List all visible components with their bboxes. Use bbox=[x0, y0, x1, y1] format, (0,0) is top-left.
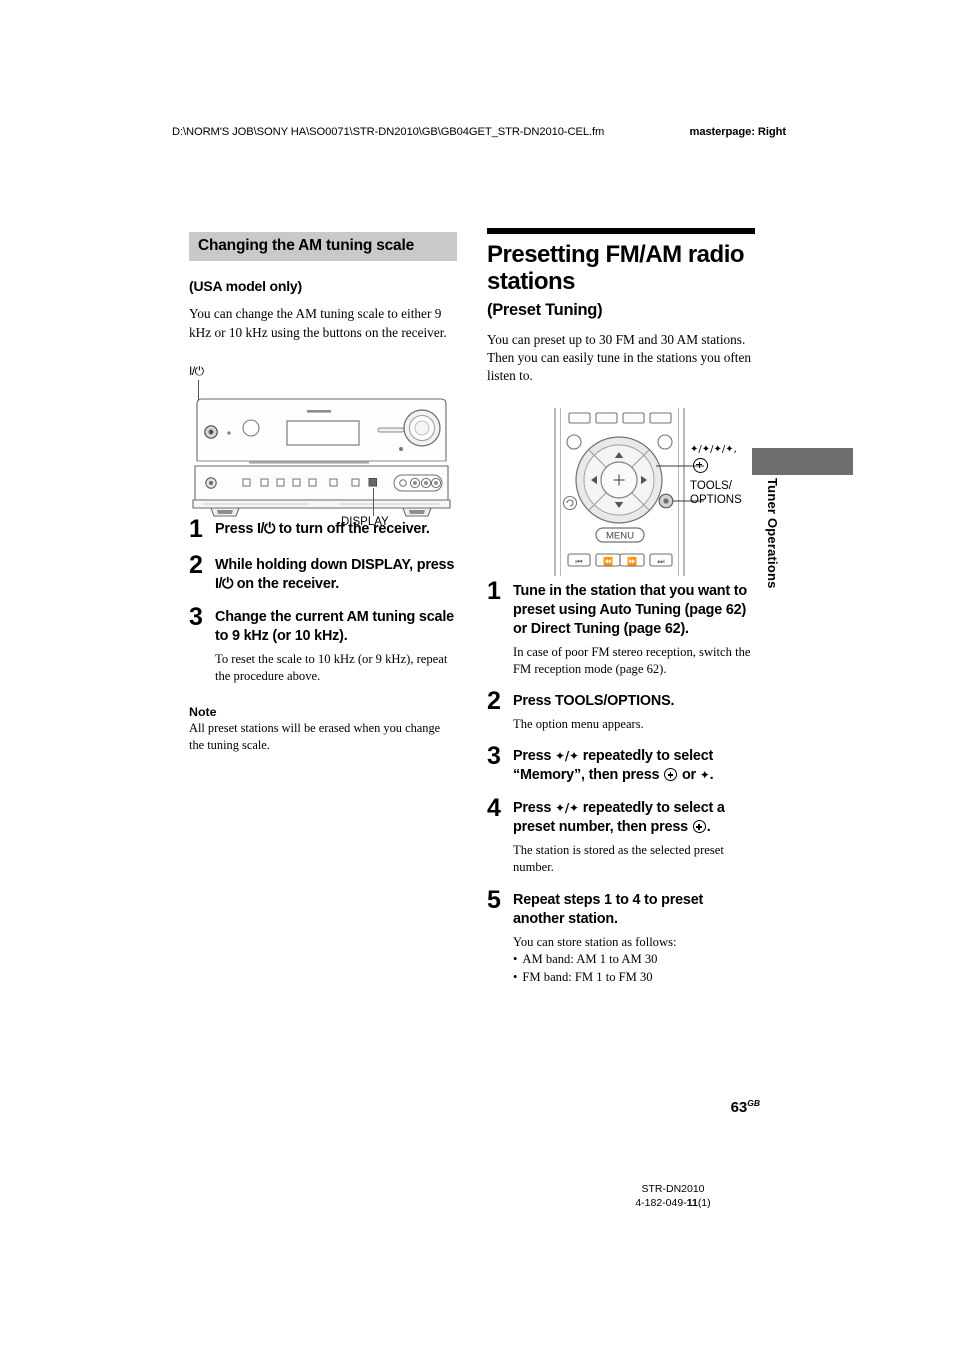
display-callout-label: DISPLAY bbox=[341, 516, 389, 528]
next-track-icon: ⏭ bbox=[657, 557, 664, 566]
step-title-part-3: . bbox=[706, 819, 711, 836]
arrow-keys-callout-label: ✦/✦/✦/✦, bbox=[690, 444, 737, 455]
rewind-icon: ⏪ bbox=[603, 556, 613, 566]
tools-options-callout-label-line2: OPTIONS bbox=[690, 494, 742, 506]
right-steps-list: 1 Tune in the station that you want to p… bbox=[487, 576, 755, 987]
step-title: Press ✦/✦ repeatedly to select a preset … bbox=[513, 799, 755, 837]
footer-code-bold: 11 bbox=[686, 1197, 698, 1210]
tools-options-callout-label-line1: TOOLS/ bbox=[690, 480, 732, 492]
step-item: 1 Tune in the station that you want to p… bbox=[487, 576, 755, 678]
step-title: Tune in the station that you want to pre… bbox=[513, 582, 747, 637]
step-title-part-1: Press bbox=[513, 800, 556, 817]
remote-menu-label: MENU bbox=[606, 531, 634, 542]
enter-button-icon bbox=[692, 820, 706, 834]
step-number: 2 bbox=[189, 550, 203, 579]
enter-button-callout-icon bbox=[693, 458, 708, 473]
source-file-path: D:\NORM'S JOB\SONY HA\SO0071\STR-DN2010\… bbox=[172, 126, 605, 138]
prev-track-icon: ⏮ bbox=[575, 557, 582, 566]
step-item: 3 Change the current AM tuning scale to … bbox=[189, 602, 457, 685]
footer: STR-DN2010 4-182-049-11(1) bbox=[560, 1182, 786, 1210]
receiver-illustration bbox=[192, 398, 451, 517]
step-title: Press ✦/✦ repeatedly to select “Memory”,… bbox=[513, 747, 755, 785]
page-subtitle: (Preset Tuning) bbox=[487, 300, 603, 319]
page-title: Presetting FM/AM radio stations bbox=[487, 241, 745, 295]
step-number: 1 bbox=[487, 576, 501, 605]
remote-right-round-button bbox=[657, 434, 673, 450]
running-header: D:\NORM'S JOB\SONY HA\SO0071\STR-DN2010\… bbox=[172, 126, 786, 138]
footer-code-suffix: (1) bbox=[697, 1197, 711, 1210]
enter-button-icon bbox=[664, 768, 678, 782]
step-item: 2 Press TOOLS/OPTIONS. The option menu a… bbox=[487, 687, 755, 733]
up-down-arrows-icon: ✦/✦ bbox=[555, 749, 579, 764]
step-description: In case of poor FM stereo reception, swi… bbox=[513, 644, 751, 676]
step-number: 3 bbox=[487, 742, 501, 771]
step-item: 4 Press ✦/✦ repeatedly to select a prese… bbox=[487, 794, 755, 876]
footer-part-number: 4-182-049-11(1) bbox=[560, 1196, 786, 1210]
step-item: 5 Repeat steps 1 to 4 to preset another … bbox=[487, 885, 755, 987]
side-tab-bar bbox=[752, 448, 853, 475]
manual-page: D:\NORM'S JOB\SONY HA\SO0071\STR-DN2010\… bbox=[0, 0, 954, 1350]
step-number: 2 bbox=[487, 687, 501, 716]
up-down-arrows-icon: ✦/✦ bbox=[555, 801, 579, 816]
step-title-part-4: . bbox=[709, 767, 714, 784]
note-label: Note bbox=[189, 705, 217, 720]
step-title: Press TOOLS/OPTIONS. bbox=[513, 693, 675, 710]
note-text: All preset stations will be erased when … bbox=[189, 721, 441, 752]
step-title-part-3: or bbox=[678, 767, 700, 784]
page-number: 63GB bbox=[600, 1098, 760, 1116]
page-number-value: 63 bbox=[730, 1099, 748, 1116]
list-item: FM band: FM 1 to FM 30 bbox=[513, 969, 755, 987]
footer-model: STR-DN2010 bbox=[641, 1183, 705, 1195]
section-heading-am-tuning-scale: Changing the AM tuning scale bbox=[189, 232, 457, 262]
step-number: 4 bbox=[487, 794, 501, 823]
left-intro-paragraph: You can change the AM tuning scale to ei… bbox=[189, 306, 447, 340]
list-item: AM band: AM 1 to AM 30 bbox=[513, 951, 755, 969]
step-number: 5 bbox=[487, 885, 501, 914]
power-symbol-icon: I/⏻ bbox=[215, 575, 233, 592]
side-tab-label: Tuner Operations bbox=[765, 478, 780, 589]
step-title: Change the current AM tuning scale to 9 … bbox=[215, 608, 454, 644]
remote-transport-buttons bbox=[567, 553, 673, 567]
remote-illustration: MENU ⏮ ⏪ ⏩ ⏭ bbox=[554, 408, 704, 576]
fast-forward-icon: ⏩ bbox=[627, 556, 637, 566]
masterpage-label: masterpage: Right bbox=[689, 126, 786, 138]
right-intro-paragraph: You can preset up to 30 FM and 30 AM sta… bbox=[487, 331, 752, 384]
step-description: To reset the scale to 10 kHz (or 9 kHz),… bbox=[215, 651, 448, 683]
step-title: Repeat steps 1 to 4 to preset another st… bbox=[513, 891, 704, 927]
receiver-front-panel-figure: I/⏻ DISPLAY bbox=[189, 364, 457, 528]
page-number-suffix: GB bbox=[747, 1098, 760, 1108]
step-description: You can store station as follows: bbox=[513, 934, 677, 949]
remote-return-button bbox=[562, 495, 578, 511]
footer-code-prefix: 4-182-049- bbox=[635, 1197, 687, 1210]
preset-range-list: AM band: AM 1 to AM 30 FM band: FM 1 to … bbox=[513, 951, 755, 987]
sub-heading-usa-model: (USA model only) bbox=[189, 278, 302, 295]
title-rule-bar bbox=[487, 228, 755, 234]
right-column: Presetting FM/AM radio stations (Preset … bbox=[487, 228, 755, 1000]
remote-control-figure: MENU ⏮ ⏪ ⏩ ⏭ ✦/✦/✦/✦, TOOLS/ OPTIONS bbox=[552, 408, 767, 576]
step-item: 3 Press ✦/✦ repeatedly to select “Memory… bbox=[487, 742, 755, 785]
step-title-part-1: Press bbox=[513, 748, 556, 765]
step-title-part-a: While holding down DISPLAY, press bbox=[215, 556, 455, 573]
step-number: 3 bbox=[189, 602, 203, 631]
step-item: 2 While holding down DISPLAY, press I/⏻ … bbox=[189, 550, 457, 594]
receiver-display-button bbox=[368, 478, 377, 487]
step-description: The option menu appears. bbox=[513, 717, 644, 732]
step-title-part-b: on the receiver. bbox=[232, 575, 340, 592]
display-callout-leader-line bbox=[373, 488, 374, 516]
step-description: The station is stored as the selected pr… bbox=[513, 843, 724, 875]
step-title: While holding down DISPLAY, press I/⏻ on… bbox=[215, 556, 457, 594]
right-arrow-icon: ✦ bbox=[699, 768, 710, 783]
remote-left-round-button bbox=[566, 434, 582, 450]
receiver-display-window bbox=[286, 420, 360, 446]
left-steps-list: 1 Press I/⏻ to turn off the receiver. 2 … bbox=[189, 517, 457, 685]
